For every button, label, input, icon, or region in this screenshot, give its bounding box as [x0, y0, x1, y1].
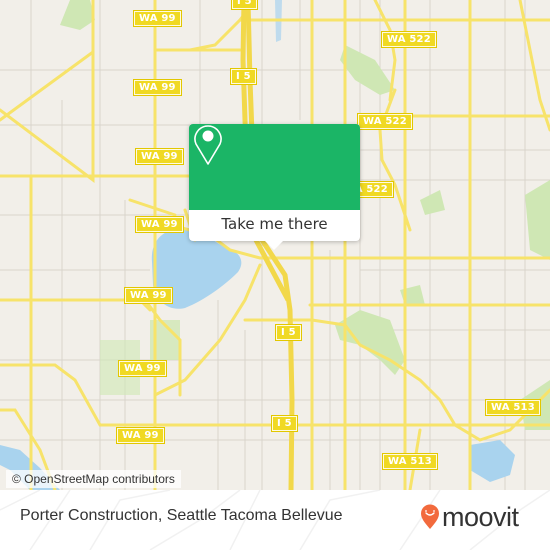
map-attribution[interactable]: © OpenStreetMap contributors	[6, 470, 181, 488]
moovit-pin-icon	[421, 504, 439, 529]
highway-shield-wa-99: WA 99	[133, 79, 182, 96]
highway-shield-wa-522: WA 522	[357, 113, 413, 130]
highway-shield-wa-99: WA 99	[135, 216, 184, 233]
highway-shield-wa-99: WA 99	[118, 360, 167, 377]
lake-east	[470, 440, 515, 482]
highway-shield-wa-99: WA 99	[133, 10, 182, 27]
location-popup: Take me there	[189, 124, 360, 250]
place-name: Porter Construction, Seattle Tacoma Bell…	[20, 507, 343, 524]
moovit-logo[interactable]: moovit	[420, 502, 519, 532]
highway-shield-wa-99: WA 99	[135, 148, 184, 165]
popup-pointer	[265, 241, 283, 250]
highway-shield-i-5: I 5	[271, 415, 298, 432]
highway-shield-wa-99: WA 99	[116, 427, 165, 444]
moovit-wordmark: moovit	[442, 502, 519, 532]
highway-shield-wa-522: WA 522	[381, 31, 437, 48]
map-view[interactable]: WA 99 WA 99 WA 99 WA 99 WA 99 WA 99 WA 9…	[0, 0, 550, 490]
popup-header	[189, 124, 360, 210]
take-me-there-button[interactable]: Take me there	[189, 210, 360, 241]
highway-shield-i-5: I 5	[231, 0, 258, 10]
highway-shield-wa-513: WA 513	[382, 453, 438, 470]
highway-shield-wa-99: WA 99	[124, 287, 173, 304]
highway-shield-i-5: I 5	[230, 68, 257, 85]
highway-shield-wa-513: WA 513	[485, 399, 541, 416]
footer-bar: Porter Construction, Seattle Tacoma Bell…	[0, 490, 550, 550]
highway-shield-i-5: I 5	[275, 324, 302, 341]
map-pin-icon	[194, 125, 222, 165]
